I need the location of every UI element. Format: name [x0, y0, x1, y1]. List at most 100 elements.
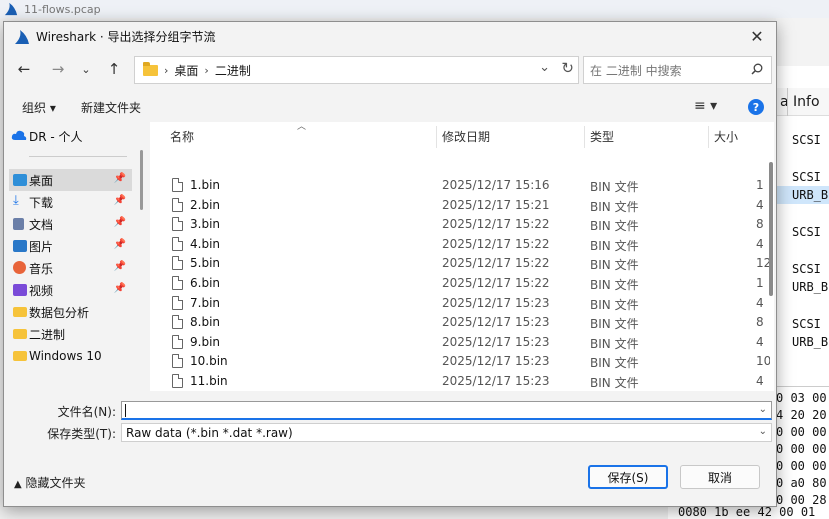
file-row[interactable]: 10.bin 2025/12/17 15:23 BIN 文件 10 — [150, 351, 770, 371]
file-icon — [172, 178, 183, 192]
forward-arrow-icon[interactable]: → — [46, 57, 70, 81]
packet-line[interactable]: SCSI — [792, 133, 821, 147]
download-icon: ⤓ — [13, 193, 19, 208]
file-type: BIN 文件 — [590, 199, 639, 214]
file-icon — [172, 236, 183, 251]
packet-line[interactable]: SCSI — [792, 170, 821, 184]
column-header-size[interactable]: 大小 — [714, 128, 738, 145]
folder-icon — [13, 329, 27, 339]
background-window-title: 11-flows.pcap — [24, 2, 101, 16]
savetype-select[interactable]: Raw data (*.bin *.dat *.raw) ⌄ — [121, 423, 772, 442]
chevron-down-icon[interactable]: ⌄ — [539, 60, 550, 75]
file-row[interactable]: 8.bin 2025/12/17 15:23 BIN 文件 8 — [150, 312, 768, 332]
desktop-icon — [13, 174, 27, 186]
packet-line[interactable]: URB_B — [792, 335, 828, 349]
file-name: 6.bin — [190, 276, 221, 290]
packet-line[interactable]: SCSI — [792, 262, 821, 276]
navigation-bar: ← → ⌄ ↑ › 桌面 › 二进制 ⌄ ↻ 在 二进制 中搜索 — [4, 51, 776, 89]
file-row[interactable]: 7.bin 2025/12/17 15:23 BIN 文件 4 — [150, 293, 768, 313]
up-arrow-icon[interactable]: ↑ — [102, 57, 126, 81]
column-separator — [436, 126, 437, 148]
sidebar-item-documents[interactable]: 文档 📌 — [9, 213, 132, 235]
chevron-down-icon[interactable]: ⌄ — [759, 426, 767, 437]
packet-line[interactable]: SCSI — [792, 317, 821, 331]
file-size: 4 — [756, 295, 764, 310]
packet-line[interactable]: SCSI — [792, 225, 821, 239]
file-row[interactable]: 5.bin 2025/12/17 15:22 BIN 文件 12 — [150, 253, 770, 273]
sidebar-item-label: 数据包分析 — [29, 305, 90, 320]
sidebar-item-packet-analysis[interactable]: 数据包分析 — [9, 301, 132, 323]
sidebar-item-onedrive[interactable]: DR - 个人 — [9, 125, 132, 147]
file-date: 2025/12/17 15:23 — [442, 315, 550, 330]
pin-icon: 📌 — [113, 195, 126, 206]
file-row[interactable]: 6.bin 2025/12/17 15:22 BIN 文件 1 — [150, 273, 768, 293]
hex-line: 0 03 00 — [776, 391, 827, 405]
file-row[interactable]: 9.bin 2025/12/17 15:23 BIN 文件 4 — [150, 332, 768, 352]
packet-line[interactable]: URB_B — [792, 280, 828, 294]
column-separator — [708, 126, 709, 148]
file-name: 9.bin — [190, 334, 221, 349]
search-input[interactable]: 在 二进制 中搜索 — [583, 56, 772, 84]
file-size: 8 — [756, 217, 764, 232]
file-name: 3.bin — [190, 217, 221, 232]
file-row[interactable]: 3.bin 2025/12/17 15:22 BIN 文件 8 — [150, 214, 768, 234]
hex-line: 0 00 00 — [776, 459, 827, 473]
file-icon — [172, 276, 183, 290]
file-name: 7.bin — [190, 295, 221, 310]
breadcrumb-binary[interactable]: 二进制 — [215, 62, 251, 79]
file-size: 10 — [756, 354, 770, 369]
file-row[interactable]: 2.bin 2025/12/17 15:21 BIN 文件 4 — [150, 195, 768, 215]
organize-menu[interactable]: 组织 ▾ — [22, 99, 56, 116]
sidebar-item-pictures[interactable]: 图片 📌 — [9, 235, 132, 257]
sidebar-item-windows10[interactable]: Windows 10 — [9, 345, 132, 367]
file-date: 2025/12/17 15:23 — [442, 374, 550, 388]
chevron-down-icon[interactable]: ⌄ — [759, 404, 767, 415]
address-bar[interactable]: › 桌面 › 二进制 ⌄ ↻ — [134, 56, 579, 84]
file-date: 2025/12/17 15:22 — [442, 256, 550, 271]
savetype-label: 保存类型(T): — [47, 427, 116, 441]
file-row[interactable]: 1.bin 2025/12/17 15:16 BIN 文件 1 — [150, 175, 768, 195]
sidebar-item-music[interactable]: 音乐 📌 — [9, 257, 132, 279]
refresh-icon[interactable]: ↻ — [561, 59, 574, 77]
file-date: 2025/12/17 15:22 — [442, 236, 550, 251]
background-toolbar — [776, 18, 829, 66]
recent-locations-chevron-icon[interactable]: ⌄ — [74, 57, 98, 81]
file-icon — [172, 354, 183, 369]
file-row[interactable]: 11.bin 2025/12/17 15:23 BIN 文件 4 — [150, 371, 768, 391]
pin-icon: 📌 — [113, 239, 126, 250]
file-row[interactable]: 4.bin 2025/12/17 15:22 BIN 文件 4 — [150, 234, 768, 254]
sidebar-scrollbar[interactable] — [140, 150, 143, 210]
packet-list-header[interactable]: a Info — [776, 88, 829, 116]
help-icon[interactable]: ? — [748, 99, 764, 115]
sidebar-item-desktop[interactable]: 桌面 📌 — [9, 169, 132, 191]
sidebar-item-videos[interactable]: 视频 📌 — [9, 279, 132, 301]
sidebar-item-label: 桌面 — [29, 173, 54, 188]
sidebar-item-binary[interactable]: 二进制 — [9, 323, 132, 345]
column-header-modified[interactable]: 修改日期 — [442, 128, 490, 145]
sidebar-item-label: 文档 — [29, 217, 54, 232]
new-folder-button[interactable]: 新建文件夹 — [81, 99, 141, 116]
column-header-name[interactable]: 名称 — [170, 128, 194, 145]
back-arrow-icon[interactable]: ← — [12, 57, 36, 81]
file-size: 1 — [756, 276, 764, 290]
file-list-vertical-scrollbar[interactable] — [769, 162, 773, 296]
close-icon[interactable]: ✕ — [744, 24, 770, 48]
hex-line: 0 a0 80 — [776, 476, 827, 490]
column-header-type[interactable]: 类型 — [590, 128, 614, 145]
hide-folders-toggle[interactable]: ▲ 隐藏文件夹 — [14, 474, 86, 491]
packet-line[interactable]: URB_B — [792, 188, 828, 202]
sidebar-divider — [29, 156, 127, 157]
sidebar-item-downloads[interactable]: ⤓ 下载 📌 — [9, 191, 132, 213]
file-date: 2025/12/17 15:23 — [442, 334, 550, 349]
sidebar-item-label: DR - 个人 — [29, 129, 83, 144]
view-options-icon[interactable]: ≡ ▾ — [694, 98, 717, 114]
sort-ascending-icon: ︿ — [297, 122, 307, 132]
filename-input[interactable]: ⌄ — [121, 401, 772, 420]
breadcrumb-desktop[interactable]: 桌面 — [174, 62, 198, 79]
file-date: 2025/12/17 15:23 — [442, 295, 550, 310]
cancel-button[interactable]: 取消 — [680, 465, 760, 489]
file-icon — [172, 256, 183, 271]
save-button[interactable]: 保存(S) — [588, 465, 668, 489]
file-name: 11.bin — [190, 374, 228, 388]
breadcrumb-separator: › — [164, 63, 169, 77]
